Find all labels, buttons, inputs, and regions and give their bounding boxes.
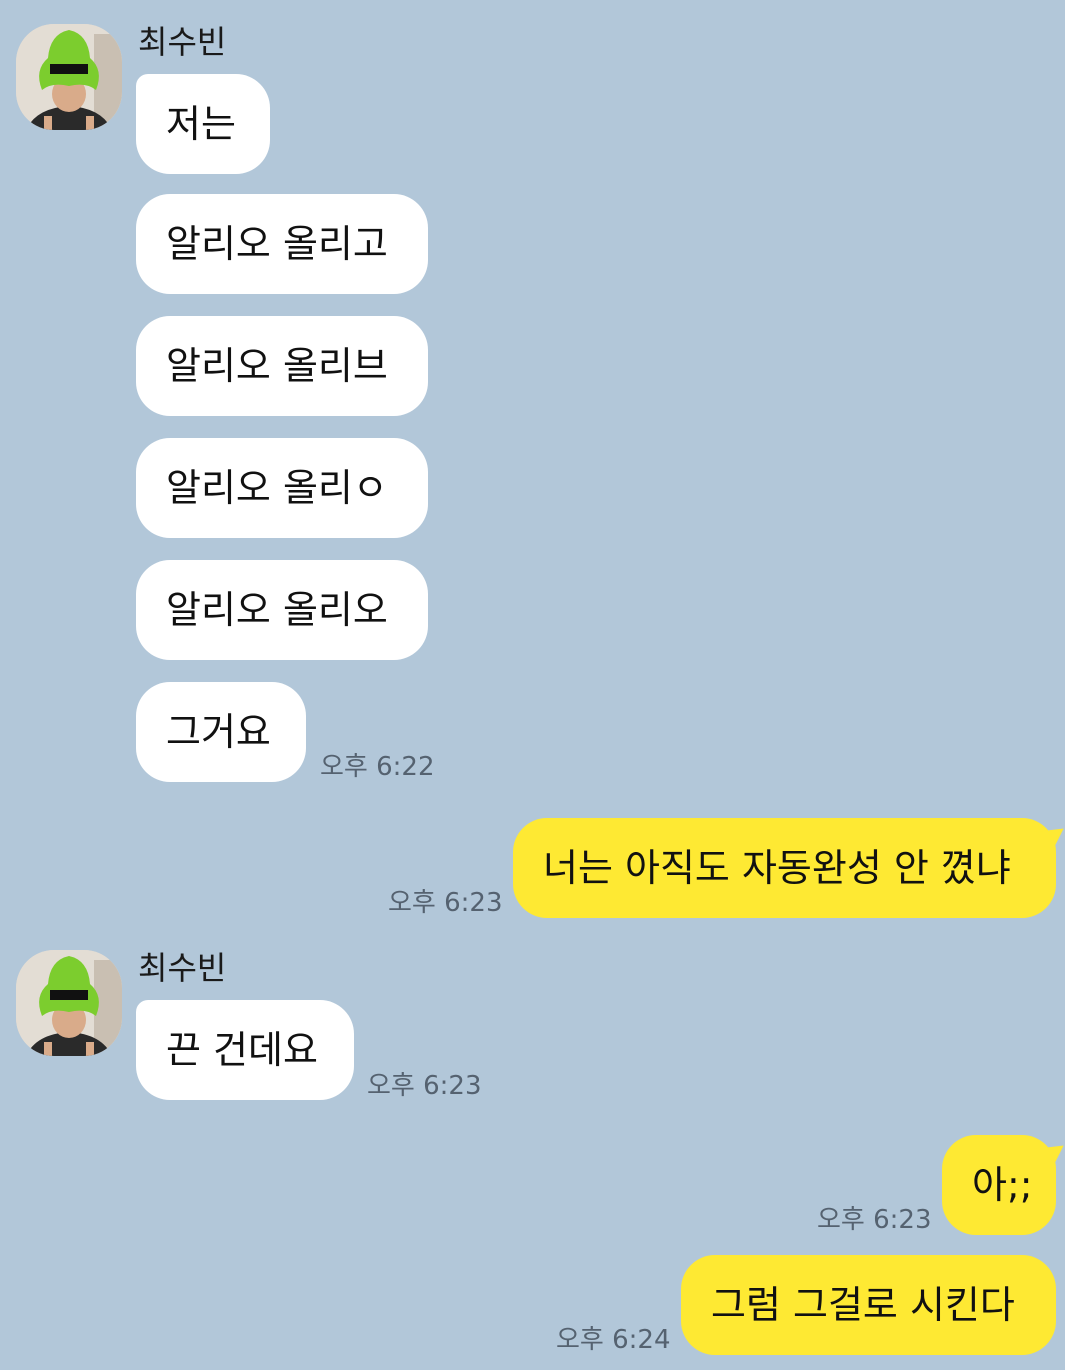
sender-name: 최수빈	[138, 23, 227, 61]
message-timestamp: 오후 6:24	[556, 1325, 671, 1355]
avatar-photo-icon	[16, 950, 122, 1056]
message-bubble[interactable]: 알리오 올리ㅇ	[136, 438, 428, 538]
message-timestamp: 오후 6:23	[388, 888, 503, 918]
message-bubble[interactable]: 알리오 올리고	[136, 194, 428, 294]
message-timestamp: 오후 6:23	[817, 1205, 932, 1235]
sender-name: 최수빈	[138, 949, 227, 987]
sender-avatar[interactable]	[16, 950, 122, 1056]
message-bubble[interactable]: 저는	[136, 74, 270, 174]
message-timestamp: 오후 6:22	[320, 752, 435, 782]
my-message-bubble[interactable]: 아;;	[942, 1135, 1056, 1235]
sender-avatar[interactable]	[16, 24, 122, 130]
message-timestamp: 오후 6:23	[367, 1071, 482, 1101]
my-message-bubble[interactable]: 너는 아직도 자동완성 안 꼈냐	[513, 818, 1056, 918]
my-message-bubble[interactable]: 그럼 그걸로 시킨다	[681, 1255, 1056, 1355]
message-bubble[interactable]: 알리오 올리오	[136, 560, 428, 660]
message-bubble[interactable]: 그거요	[136, 682, 306, 782]
avatar-photo-icon	[16, 24, 122, 130]
message-bubble[interactable]: 끈 건데요	[136, 1000, 354, 1100]
message-bubble[interactable]: 알리오 올리브	[136, 316, 428, 416]
